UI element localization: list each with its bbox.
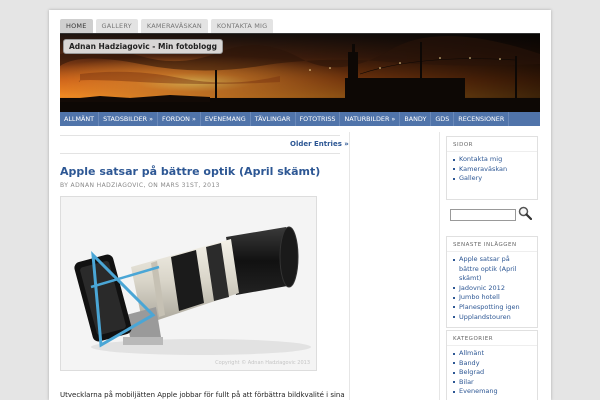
column-divider: [439, 132, 440, 400]
magnifier-icon[interactable]: [518, 206, 532, 220]
nav-item-fototriss[interactable]: FOTOTRISS: [296, 112, 341, 126]
header-banner: Adnan Hadziagovic - Min fotoblogg: [60, 33, 540, 112]
category-list: Allmänt Bandy Belgrad Bilar Evenemang: [447, 346, 537, 400]
tab-home[interactable]: HOME: [60, 19, 93, 33]
recent-post-link[interactable]: Jadovnic 2012: [453, 284, 531, 294]
search-input[interactable]: [450, 209, 516, 221]
camera-phone-photo: [61, 197, 316, 370]
post-meta: BY ADNAN HADZIAGOVIC, ON MARS 31ST, 2013: [60, 182, 220, 189]
column-divider: [349, 132, 350, 400]
tab-kameravaskan[interactable]: KAMERAVÄSKAN: [140, 19, 208, 33]
recent-post-link[interactable]: Apple satsar på bättre optik (April skäm…: [453, 255, 531, 284]
top-tabs: HOME GALLERY KAMERAVÄSKAN KONTAKTA MIG: [60, 19, 274, 33]
widget-title: SENASTE INLÄGGEN: [447, 237, 537, 252]
older-entries-link[interactable]: Older Entries »: [290, 140, 349, 148]
nav-item-gds[interactable]: GDS: [431, 112, 455, 126]
nav-item-tavlingar[interactable]: TÄVLINGAR: [251, 112, 296, 126]
recent-posts-list: Apple satsar på bättre optik (April skäm…: [447, 252, 537, 326]
category-link[interactable]: Belgrad: [453, 368, 531, 378]
widget-kategorier: KATEGORIER Allmänt Bandy Belgrad Bilar E…: [446, 330, 538, 400]
sidebar-link-kontakta-mig[interactable]: Kontakta mig: [453, 155, 531, 165]
divider: [60, 135, 340, 136]
recent-post-link[interactable]: Jumbo hotell: [453, 293, 531, 303]
tab-gallery[interactable]: GALLERY: [95, 19, 138, 33]
widget-senaste-inlaggen: SENASTE INLÄGGEN Apple satsar på bättre …: [446, 236, 538, 328]
widget-sidor: SIDOR Kontakta mig Kameraväskan Gallery: [446, 136, 538, 200]
divider: [60, 153, 340, 154]
category-link[interactable]: Allmänt: [453, 349, 531, 359]
nav-item-recensioner[interactable]: RECENSIONER: [454, 112, 510, 126]
page-list: Kontakta mig Kameraväskan Gallery: [447, 152, 537, 188]
widget-title: SIDOR: [447, 137, 537, 152]
nav-item-fordon[interactable]: FORDON »: [158, 112, 201, 126]
category-link[interactable]: Bandy: [453, 359, 531, 369]
sidebar-link-kameravaskan[interactable]: Kameraväskan: [453, 165, 531, 175]
nav-item-bandy[interactable]: BANDY: [400, 112, 432, 126]
post-title[interactable]: Apple satsar på bättre optik (April skäm…: [60, 165, 320, 178]
nav-item-naturbilder[interactable]: NATURBILDER »: [340, 112, 401, 126]
sidebar-link-gallery[interactable]: Gallery: [453, 174, 531, 184]
main-nav: ALLMÄNT STADSBILDER » FORDON » EVENEMANG…: [60, 112, 540, 126]
post-excerpt: Utvecklarna på mobiljätten Apple jobbar …: [60, 391, 345, 399]
tab-kontakta-mig[interactable]: KONTAKTA MIG: [210, 19, 274, 33]
post-image[interactable]: Copyright © Adnan Hadziagovic 2013: [60, 196, 317, 371]
nav-item-allmant[interactable]: ALLMÄNT: [60, 112, 100, 126]
page: HOME GALLERY KAMERAVÄSKAN KONTAKTA MIG A…: [49, 10, 551, 400]
site-title[interactable]: Adnan Hadziagovic - Min fotoblogg: [63, 39, 223, 54]
image-copyright: Copyright © Adnan Hadziagovic 2013: [215, 360, 310, 366]
nav-item-evenemang[interactable]: EVENEMANG: [201, 112, 251, 126]
widget-title: KATEGORIER: [447, 331, 537, 346]
recent-post-link[interactable]: Planespotting igen: [453, 303, 531, 313]
nav-item-stadsbilder[interactable]: STADSBILDER »: [99, 112, 159, 126]
category-link[interactable]: Evenemang: [453, 387, 531, 397]
recent-post-link[interactable]: Upplandstouren: [453, 313, 531, 323]
category-link[interactable]: Bilar: [453, 378, 531, 388]
